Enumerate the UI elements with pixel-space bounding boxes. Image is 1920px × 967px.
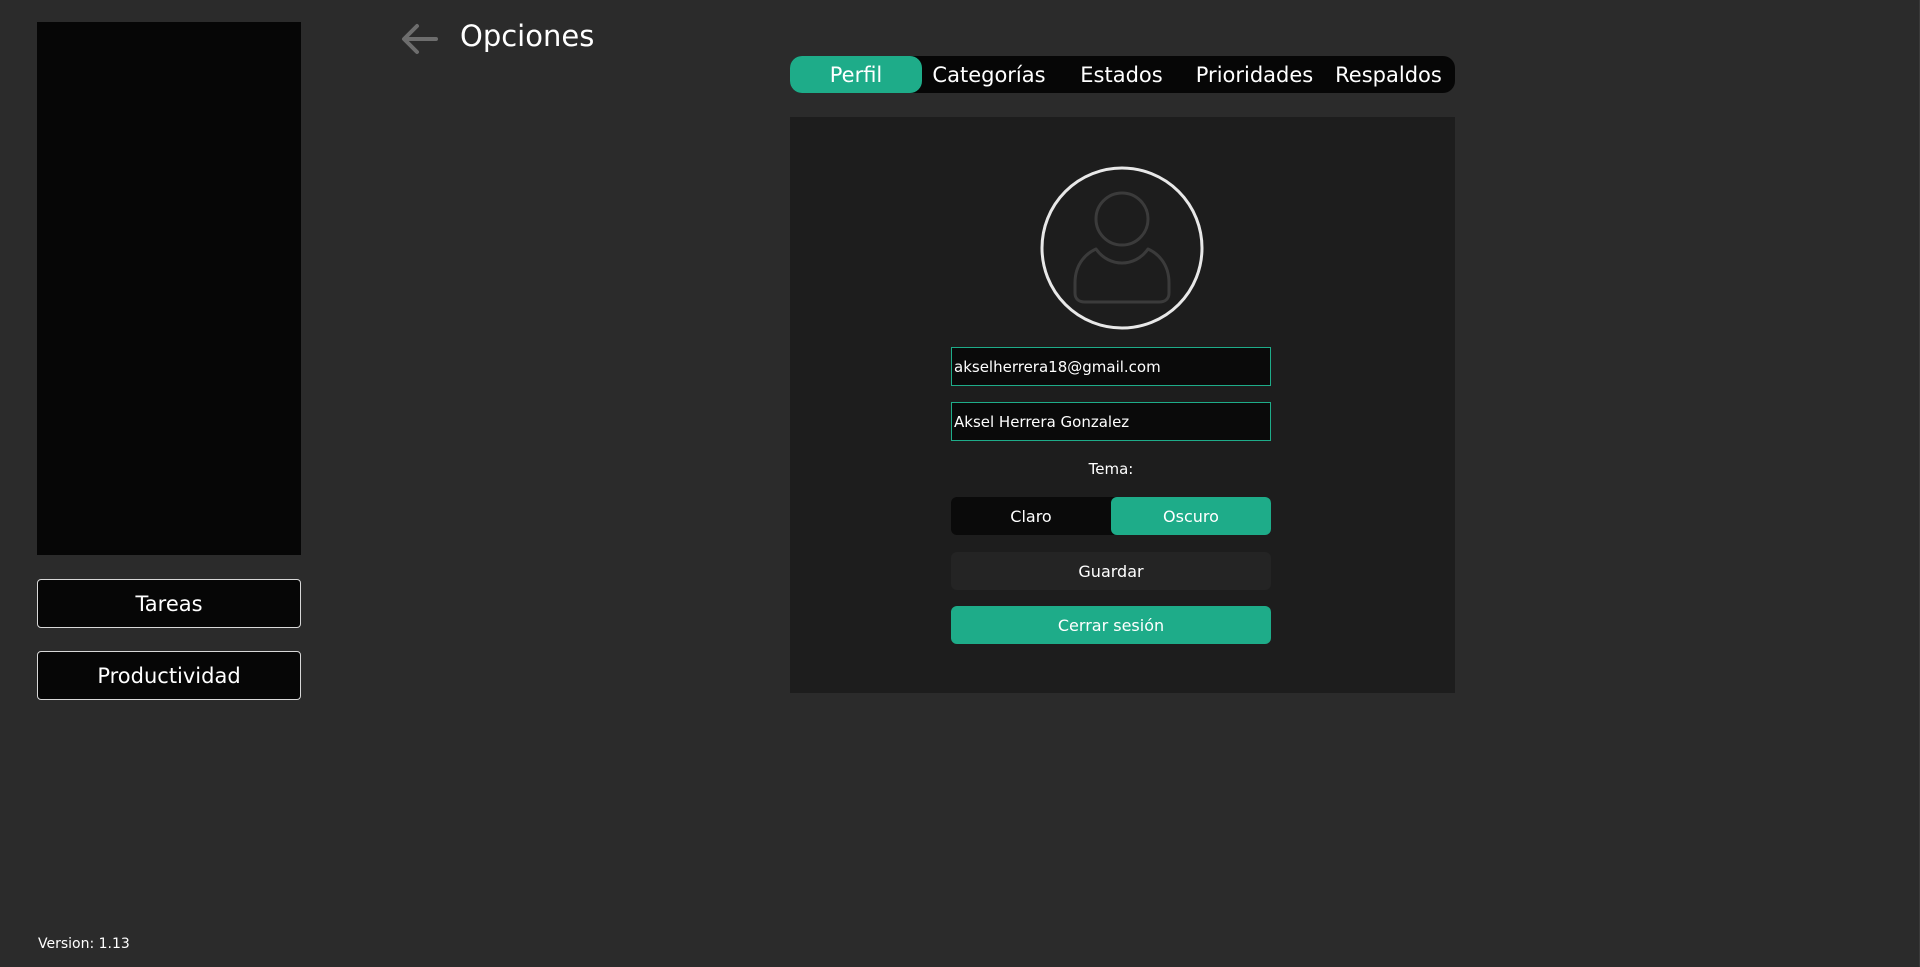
user-placeholder-icon[interactable]	[1039, 165, 1205, 331]
logout-button[interactable]: Cerrar sesión	[951, 606, 1271, 644]
theme-option-oscuro[interactable]: Oscuro	[1111, 497, 1271, 535]
nav-button-tareas[interactable]: Tareas	[37, 579, 301, 628]
back-arrow-icon[interactable]	[400, 22, 438, 56]
tab-categorias[interactable]: Categorías	[922, 56, 1056, 93]
tab-estados[interactable]: Estados	[1056, 56, 1187, 93]
version-label: Version: 1.13	[38, 936, 130, 952]
sidebar-panel	[37, 22, 301, 555]
tab-respaldos[interactable]: Respaldos	[1322, 56, 1455, 93]
name-field[interactable]	[951, 402, 1271, 441]
page-title: Opciones	[460, 19, 595, 53]
tab-prioridades[interactable]: Prioridades	[1187, 56, 1322, 93]
theme-toggle: Claro Oscuro	[951, 497, 1271, 535]
tab-perfil[interactable]: Perfil	[790, 56, 922, 93]
theme-label: Tema:	[1088, 460, 1134, 478]
save-button[interactable]: Guardar	[951, 552, 1271, 590]
profile-card: Tema: Claro Oscuro Guardar Cerrar sesión	[790, 117, 1455, 693]
app-window: Tareas Productividad Version: 1.13 Opcio…	[0, 0, 1920, 967]
settings-tabs: Perfil Categorías Estados Prioridades Re…	[790, 56, 1455, 93]
nav-button-productividad[interactable]: Productividad	[37, 651, 301, 700]
theme-option-claro[interactable]: Claro	[951, 497, 1111, 535]
email-field[interactable]	[951, 347, 1271, 386]
